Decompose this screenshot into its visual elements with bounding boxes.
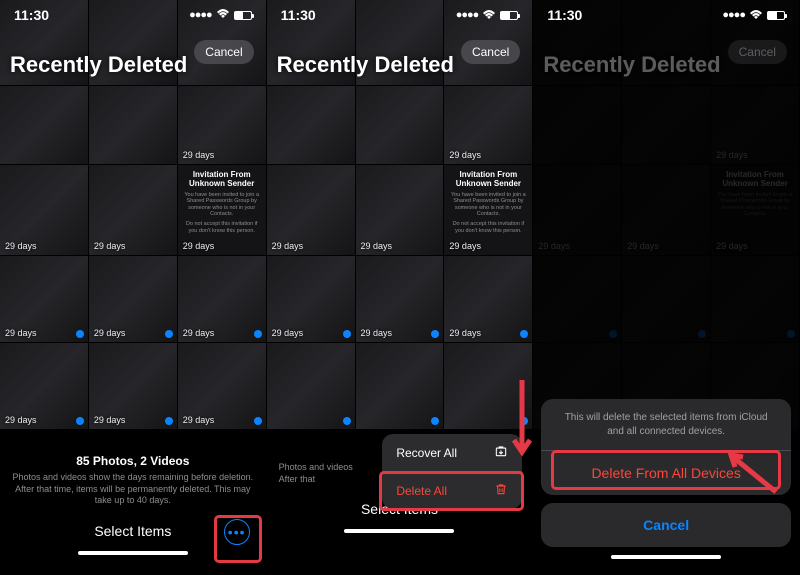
thumb[interactable]: 29 days bbox=[178, 343, 266, 429]
status-bar: 11:30 ●●●● bbox=[0, 0, 266, 30]
recover-all-item[interactable]: Recover All bbox=[382, 434, 522, 471]
thumb[interactable] bbox=[0, 86, 88, 164]
invitation-body: You have been invited to join a Shared P… bbox=[184, 192, 260, 218]
days-label: 29 days bbox=[5, 415, 37, 425]
wifi-icon bbox=[216, 8, 230, 22]
cancel-button[interactable]: Cancel bbox=[728, 40, 787, 64]
battery-icon bbox=[500, 11, 518, 20]
thumb[interactable]: 29 days bbox=[0, 343, 88, 429]
thumb[interactable]: 29 days bbox=[89, 256, 177, 342]
page-title: Recently Deleted bbox=[10, 52, 187, 78]
select-items-button[interactable]: Select Items bbox=[94, 523, 171, 539]
signal-icon: ●●●● bbox=[722, 9, 745, 21]
days-label: 29 days bbox=[183, 150, 215, 160]
days-label: 29 days bbox=[5, 241, 37, 251]
screen-recently-deleted: 29 days 29 days 29 days Invitation From … bbox=[0, 0, 267, 575]
status-icons: ●●●● bbox=[189, 8, 252, 22]
wifi-icon bbox=[482, 10, 496, 20]
recover-icon bbox=[494, 444, 508, 461]
cancel-button[interactable]: Cancel bbox=[194, 40, 253, 64]
cancel-button[interactable]: Cancel bbox=[461, 40, 520, 64]
summary-text: Photos and videos show the days remainin… bbox=[0, 468, 266, 507]
status-bar: 11:30 ●●●● bbox=[533, 0, 799, 30]
battery-icon bbox=[767, 11, 785, 20]
thumb[interactable]: 29 days bbox=[178, 256, 266, 342]
days-label: 29 days bbox=[94, 328, 126, 338]
summary-title: 85 Photos, 2 Videos bbox=[0, 454, 266, 468]
invitation-title: Invitation From Unknown Sender bbox=[184, 171, 260, 189]
thumb[interactable] bbox=[89, 86, 177, 164]
thumb[interactable]: 29 days bbox=[178, 86, 266, 164]
home-indicator[interactable] bbox=[78, 551, 188, 555]
thumb[interactable]: 29 days bbox=[89, 343, 177, 429]
thumb[interactable]: 29 days bbox=[0, 165, 88, 255]
signal-icon: ●●●● bbox=[456, 9, 479, 21]
days-label: 29 days bbox=[94, 241, 126, 251]
clock: 11:30 bbox=[14, 7, 49, 23]
thumb-invitation[interactable]: Invitation From Unknown Sender You have … bbox=[178, 165, 266, 255]
days-label: 29 days bbox=[183, 241, 215, 251]
sheet-cancel-button[interactable]: Cancel bbox=[541, 503, 791, 547]
page-title: Recently Deleted bbox=[277, 52, 454, 78]
screen-more-menu: 29 days 29 days 29 days Invitation From … bbox=[267, 0, 534, 575]
recover-label: Recover All bbox=[396, 446, 457, 460]
invitation-warn: Do not accept this invitation if you don… bbox=[184, 221, 260, 234]
days-label: 29 days bbox=[183, 415, 215, 425]
status-bar: 11:30 ●●●● bbox=[267, 0, 533, 30]
thumb[interactable]: 29 days bbox=[0, 256, 88, 342]
home-indicator[interactable] bbox=[344, 529, 454, 533]
days-label: 29 days bbox=[94, 415, 126, 425]
page-title: Recently Deleted bbox=[543, 52, 720, 78]
wifi-icon bbox=[749, 10, 763, 20]
signal-icon: ●●●● bbox=[189, 9, 212, 21]
clock: 11:30 bbox=[547, 7, 582, 23]
days-label: 29 days bbox=[183, 328, 215, 338]
days-label: 29 days bbox=[5, 328, 37, 338]
battery-icon bbox=[234, 11, 252, 20]
home-indicator[interactable] bbox=[611, 555, 721, 559]
clock: 11:30 bbox=[281, 7, 316, 23]
sheet-message: This will delete the selected items from… bbox=[541, 399, 791, 450]
screen-confirm-delete: 29 days 29 days 29 days Invitation From … bbox=[533, 0, 800, 575]
thumb[interactable]: 29 days bbox=[89, 165, 177, 255]
